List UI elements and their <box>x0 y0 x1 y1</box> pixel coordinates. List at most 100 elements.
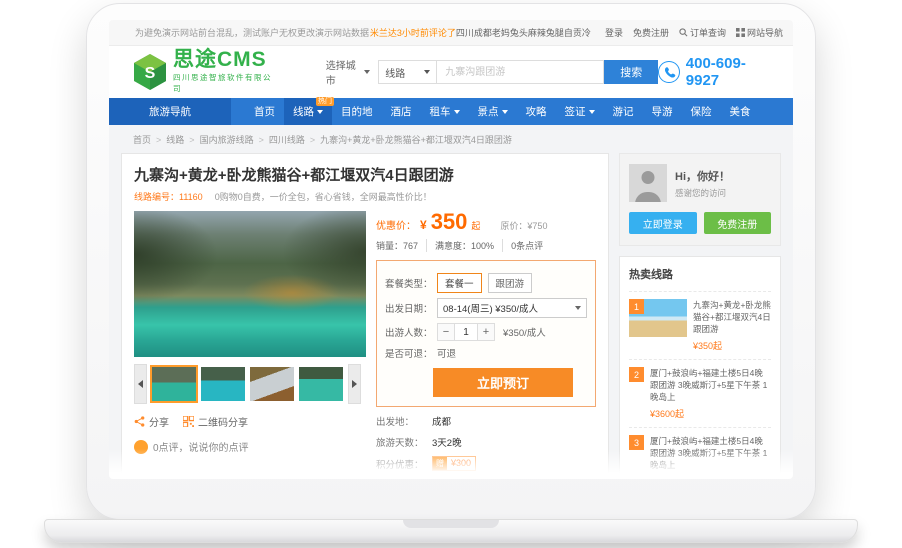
hot-route-price: ¥3600起 <box>650 407 771 420</box>
brand-logo[interactable]: S 思途CMS 四川思途智旅软件有限公司 <box>133 50 278 94</box>
hot-route-item[interactable]: 1 九寨沟+黄龙+卧龙熊猫谷+都江堰双汽4日跟团游 ¥350起 <box>629 291 771 359</box>
nav-item-hotels[interactable]: 酒店 <box>382 98 421 125</box>
original-price: 原价：¥750 <box>500 219 547 232</box>
departure-date-select[interactable]: 08-14(周三) ¥350/成人 <box>437 298 587 318</box>
site-nav-link[interactable]: 网站导航 <box>736 26 783 39</box>
nav-item-destinations[interactable]: 目的地 <box>332 98 382 125</box>
breadcrumb-domestic[interactable]: 国内旅游线路 <box>200 133 254 146</box>
smiley-icon <box>134 440 148 454</box>
review-teaser[interactable]: 0点评，说说你的点评 <box>134 439 366 454</box>
plus-button[interactable]: + <box>477 323 495 341</box>
breadcrumb-current: 九寨沟+黄龙+卧龙熊猫谷+都江堰双汽4日跟团游 <box>320 133 512 146</box>
search-icon <box>679 28 688 37</box>
rank-badge: 3 <box>629 435 644 450</box>
search-category-select[interactable]: 线路 <box>378 60 436 84</box>
hot-route-item[interactable]: 2 厦门+鼓浪屿+福建土楼5日4晚跟团游 3晚威斯汀+5星下午茶 1晚岛上 ¥3… <box>629 359 771 427</box>
order-query-link[interactable]: 订单查询 <box>679 26 726 39</box>
nav-item-insurance[interactable]: 保险 <box>682 98 721 125</box>
nav-item-home[interactable]: 首页 <box>245 98 284 125</box>
main-photo[interactable] <box>134 211 366 357</box>
search-button[interactable]: 搜索 <box>604 60 658 84</box>
city-selector[interactable]: 选择城市 <box>326 57 371 87</box>
breadcrumb-sichuan[interactable]: 四川线路 <box>269 133 305 146</box>
main-nav: 旅游导航 首页 线路 热门 目的地 酒店 租车 景点 <box>109 98 793 125</box>
greeting-subtext: 感谢您的访问 <box>675 187 730 199</box>
nav-item-guides[interactable]: 攻略 <box>517 98 556 125</box>
page-title: 九寨沟+黄龙+卧龙熊猫谷+都江堰双汽4日跟团游 <box>134 164 596 185</box>
search-combo: 线路 搜索 <box>378 60 658 84</box>
sales-stats: 销量：767 满意度：100% 0条点评 <box>376 239 596 252</box>
phone-icon <box>658 61 680 83</box>
search-input[interactable] <box>436 60 604 84</box>
qr-code-icon <box>183 416 194 427</box>
share-icon <box>134 416 145 427</box>
hot-route-price: 电询 <box>650 475 771 479</box>
announcement-text[interactable]: 四川成都老妈兔头麻辣兔腿自贡冷 <box>456 28 591 38</box>
register-button[interactable]: 免费注册 <box>704 212 772 234</box>
login-link[interactable]: 登录 <box>605 26 623 39</box>
nav-item-attractions[interactable]: 景点 <box>469 98 517 125</box>
utility-bar: 为避免演示网站前台混乱，测试账户无权更改演示网站数据！演示网站数据不全最终效 米… <box>109 20 793 46</box>
score-bonus-chip: 赠 ¥300 <box>432 456 476 471</box>
package-option-selected[interactable]: 套餐一 <box>437 273 482 293</box>
demo-notice: 为避免演示网站前台混乱，测试账户无权更改演示网站数据！演示网站数据不全最终效 <box>135 26 370 39</box>
hot-route-item[interactable]: 3 厦门+鼓浪屿+福建土楼5日4晚跟团游 3晚威斯汀+5星下午茶 1晚岛上 电询 <box>629 427 771 479</box>
thumbnail-3[interactable] <box>250 367 294 401</box>
arrow-right-icon <box>352 380 357 388</box>
sidebar: Hi，你好！ 感谢您的访问 立即登录 免费注册 热卖线路 <box>619 153 781 479</box>
review-count[interactable]: 0条点评 <box>502 239 551 252</box>
site-header: S 思途CMS 四川思途智旅软件有限公司 选择城市 线 <box>109 46 793 98</box>
nav-items: 首页 线路 热门 目的地 酒店 租车 景点 攻略 <box>245 98 793 125</box>
rank-badge: 2 <box>629 367 644 382</box>
greeting: Hi，你好！ <box>675 168 730 184</box>
book-now-button[interactable]: 立即预订 <box>433 368 573 397</box>
thumbs-prev-button[interactable] <box>134 364 147 404</box>
thumbs-next-button[interactable] <box>348 364 361 404</box>
nav-item-travelogues[interactable]: 游记 <box>604 98 643 125</box>
nav-item-food[interactable]: 美食 <box>721 98 760 125</box>
main-content: 九寨沟+黄龙+卧龙熊猫谷+都江堰双汽4日跟团游 线路编号：11160 0购物0自… <box>109 153 793 479</box>
chevron-down-icon <box>454 110 460 114</box>
hot-route-thumbnail[interactable]: 1 <box>629 299 687 337</box>
more-link[interactable]: 更多> <box>580 478 596 479</box>
per-person-price: ¥350/成人 <box>503 325 546 339</box>
laptop-base-notch <box>403 520 499 528</box>
route-slogan: 0购物0自费，一价全包，省心省钱，全网最高性价比！ <box>215 190 432 203</box>
package-option-group[interactable]: 跟团游 <box>488 273 533 293</box>
brand-name: 思途CMS <box>173 50 278 70</box>
breadcrumb-routes[interactable]: 线路 <box>166 133 184 146</box>
product-card: 九寨沟+黄龙+卧龙熊猫谷+都江堰双汽4日跟团游 线路编号：11160 0购物0自… <box>121 153 609 479</box>
breadcrumb: 首页 > 线路 > 国内旅游线路 > 四川线路 > 九寨沟+黄龙+卧龙熊猫谷+都… <box>109 125 793 153</box>
nav-travel-guide[interactable]: 旅游导航 <box>109 98 231 125</box>
browser-viewport: 为避免演示网站前台混乱，测试账户无权更改演示网站数据！演示网站数据不全最终效 米… <box>109 20 793 479</box>
avatar <box>629 164 667 202</box>
sales-count: 销量：767 <box>376 239 426 252</box>
route-code: 线路编号：11160 <box>134 190 203 203</box>
booking-panel: 优惠价： ¥ 350 起 原价：¥750 销量：767 满意度：100% 0条点 <box>376 211 596 479</box>
traveler-count[interactable]: 1 <box>455 323 477 341</box>
rank-badge: 1 <box>629 299 644 314</box>
chevron-down-icon <box>424 70 430 74</box>
minus-button[interactable]: − <box>437 323 455 341</box>
departure-city: 成都 <box>432 414 451 428</box>
login-button[interactable]: 立即登录 <box>629 212 697 234</box>
announcement-highlight: 米兰达3小时前评论了 <box>370 28 456 38</box>
share-link[interactable]: 分享 <box>134 414 169 429</box>
thumbnail-4[interactable] <box>299 367 343 401</box>
phone-number[interactable]: 400-609-9927 <box>686 55 777 89</box>
qr-share-link[interactable]: 二维码分享 <box>183 414 248 429</box>
nav-item-tour-guides[interactable]: 导游 <box>643 98 682 125</box>
breadcrumb-home[interactable]: 首页 <box>133 133 151 146</box>
thumbnail-2[interactable] <box>201 367 245 401</box>
grid-icon <box>736 28 745 37</box>
register-link[interactable]: 免费注册 <box>633 26 669 39</box>
utility-links: 登录 免费注册 订单查询 网站导航 <box>605 26 783 39</box>
thumbnail-1[interactable] <box>152 367 196 401</box>
hot-routes-title: 热卖线路 <box>629 266 771 282</box>
page-background: 首页 > 线路 > 国内旅游线路 > 四川线路 > 九寨沟+黄龙+卧龙熊猫谷+都… <box>109 125 793 479</box>
logo-text: 思途CMS 四川思途智旅软件有限公司 <box>173 50 278 94</box>
nav-item-visa[interactable]: 签证 <box>556 98 604 125</box>
nav-item-car-rental[interactable]: 租车 <box>421 98 469 125</box>
share-row: 分享 二维码分享 <box>134 414 366 429</box>
nav-item-routes[interactable]: 线路 热门 <box>284 98 332 125</box>
